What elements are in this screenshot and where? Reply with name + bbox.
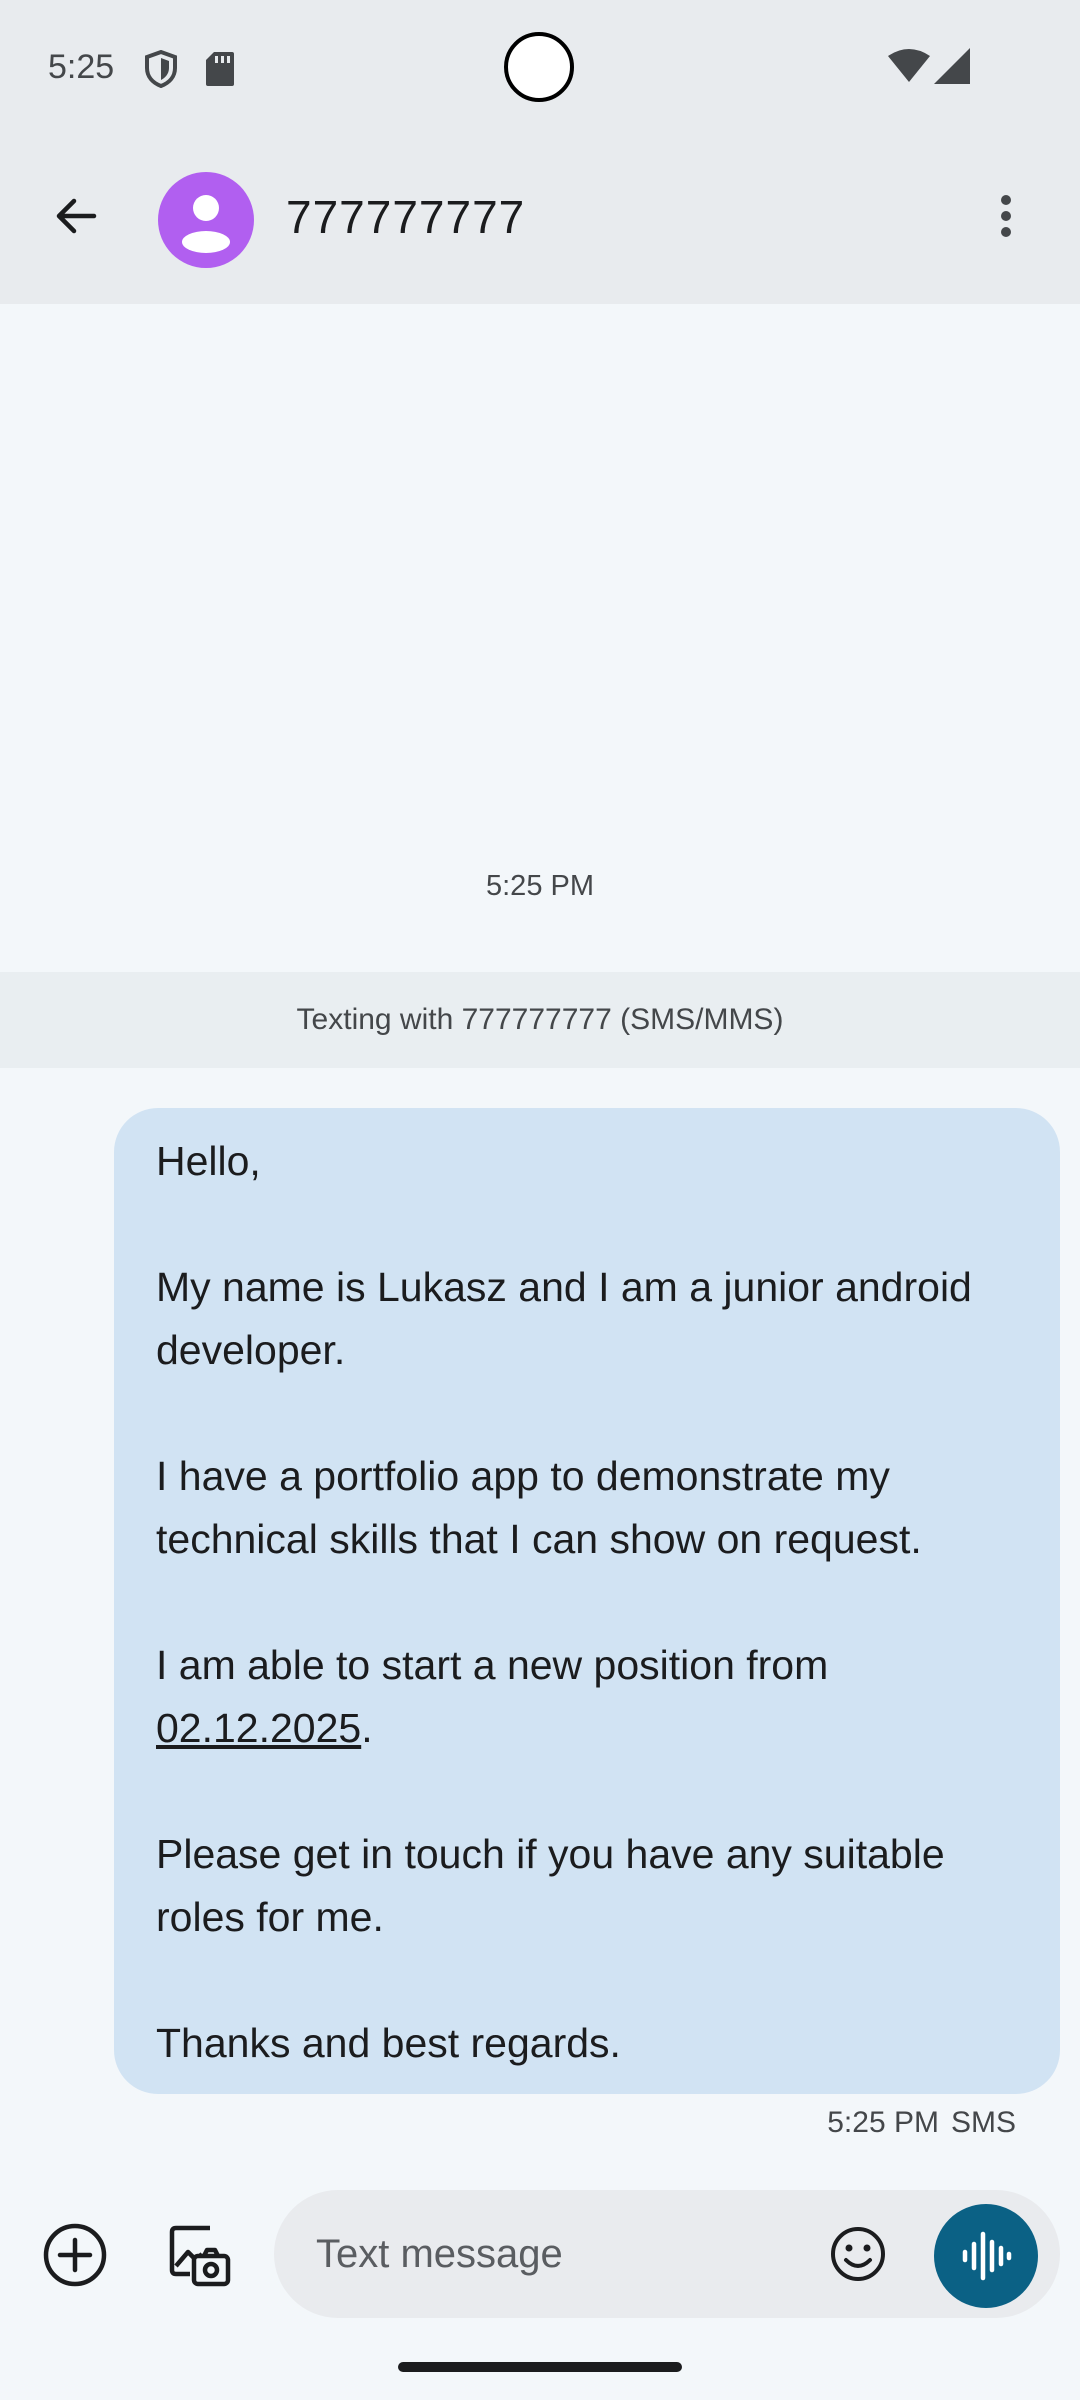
wifi-icon xyxy=(888,48,930,89)
camera-cutout xyxy=(504,32,574,102)
person-avatar-icon xyxy=(182,195,230,253)
message-meta: 5:25 PM SMS xyxy=(827,2106,1016,2140)
more-vert-icon xyxy=(1001,195,1011,237)
composer-bar xyxy=(0,2184,1080,2334)
emoji-button[interactable] xyxy=(824,2220,892,2288)
date-suffix: . xyxy=(361,1705,373,1751)
message-line: roles for me. xyxy=(156,1894,384,1940)
voice-message-button[interactable] xyxy=(934,2204,1038,2308)
message-line xyxy=(156,1949,1018,2012)
message-line xyxy=(156,1760,1018,1823)
message-type: SMS xyxy=(950,2106,1016,2139)
cell-signal-icon xyxy=(934,48,970,89)
texting-banner: Texting with 777777777 (SMS/MMS) xyxy=(0,972,1080,1068)
message-line-date: 02.12.2025. xyxy=(156,1697,1018,1760)
add-attachment-button[interactable] xyxy=(38,2218,112,2292)
date-link[interactable]: 02.12.2025 xyxy=(156,1705,361,1751)
message-line xyxy=(156,1382,1018,1445)
message-line xyxy=(156,1571,1018,1634)
message-line: Thanks and best regards. xyxy=(156,2020,621,2066)
message-line: I am able to start a new position from xyxy=(156,1642,829,1688)
message-line: My name is Lukasz and I am a junior andr… xyxy=(156,1264,972,1310)
message-line: Hello, xyxy=(156,1138,261,1184)
message-bubble[interactable]: Hello, My name is Lukasz and I am a juni… xyxy=(114,1108,1060,2094)
add-circle-icon xyxy=(43,2223,107,2287)
message-line xyxy=(156,1193,1018,1256)
conversation-timestamp: 5:25 PM xyxy=(486,870,594,902)
contact-title[interactable]: 777777777 xyxy=(286,190,525,244)
app-bar: 777777777 xyxy=(0,138,1080,304)
status-bar: 5:25 xyxy=(0,0,1080,138)
status-time: 5:25 xyxy=(48,48,115,86)
gallery-button[interactable] xyxy=(162,2218,236,2292)
conversation-area[interactable]: 5:25 PM Texting with 777777777 (SMS/MMS)… xyxy=(0,304,1080,2184)
message-line: developer. xyxy=(156,1327,346,1373)
contact-avatar[interactable] xyxy=(158,172,254,268)
more-options-button[interactable] xyxy=(976,180,1036,252)
message-time: 5:25 PM xyxy=(827,2106,939,2139)
back-button[interactable] xyxy=(40,180,112,252)
message-line: I have a portfolio app to demonstrate my xyxy=(156,1453,890,1499)
home-indicator[interactable] xyxy=(398,2362,682,2372)
message-line: Please get in touch if you have any suit… xyxy=(156,1831,945,1877)
message-input[interactable] xyxy=(316,2190,796,2318)
gallery-camera-icon xyxy=(169,2225,231,2287)
arrow-back-icon xyxy=(56,198,97,234)
emoji-icon xyxy=(831,2227,885,2281)
shield-icon xyxy=(144,49,178,93)
sd-card-icon xyxy=(206,52,234,91)
voice-waveform-icon xyxy=(962,2231,1012,2281)
message-line: technical skills that I can show on requ… xyxy=(156,1516,922,1562)
message-input-container[interactable] xyxy=(274,2190,1060,2318)
